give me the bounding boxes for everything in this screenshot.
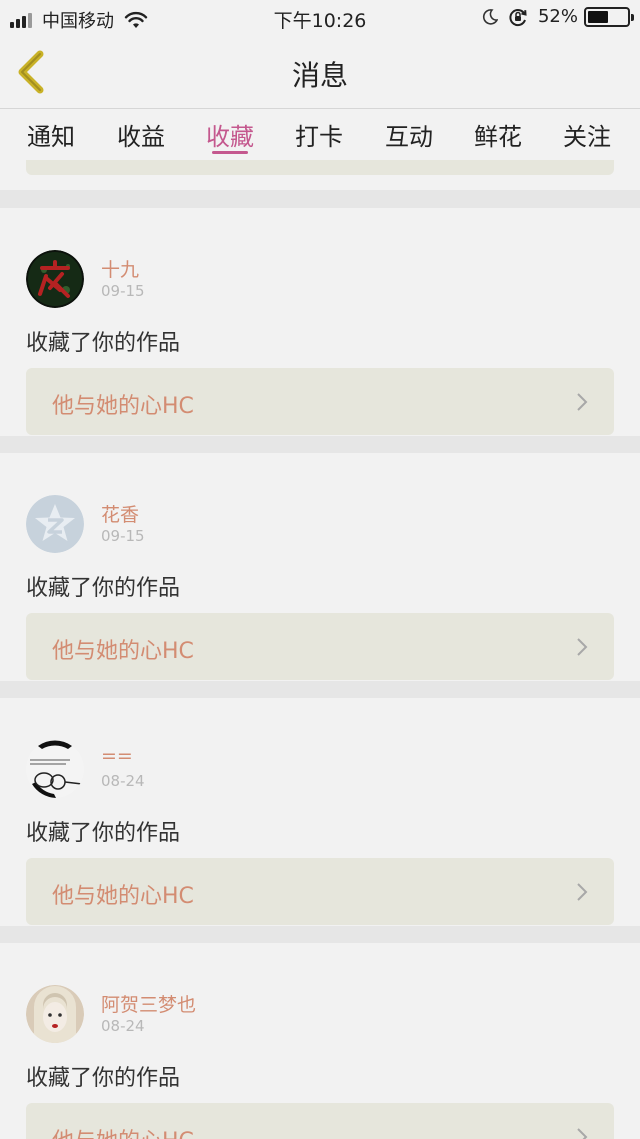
message-card: == 08-24 收藏了你的作品 他与她的心HC (0, 698, 640, 926)
chevron-right-icon (577, 393, 588, 411)
avatar-sketch-icon (26, 740, 84, 798)
avatar[interactable] (26, 250, 84, 308)
tab-following[interactable]: 关注 (552, 117, 622, 152)
previous-work-box (26, 160, 614, 175)
avatar-portrait-icon (26, 985, 84, 1043)
chevron-right-icon (577, 638, 588, 656)
tab-earnings[interactable]: 收益 (106, 117, 176, 152)
tab-favorites[interactable]: 收藏 (195, 117, 265, 152)
message-feed[interactable]: 十九 09-15 收藏了你的作品 他与她的心HC 花香 09-15 收藏了你的作… (0, 160, 640, 1139)
work-link[interactable]: 他与她的心HC (26, 1103, 614, 1139)
rotation-lock-icon (509, 8, 527, 26)
work-link[interactable]: 他与她的心HC (26, 613, 614, 680)
work-title: 他与她的心HC (52, 394, 194, 419)
tab-notifications[interactable]: 通知 (16, 117, 86, 152)
category-tabs: 通知 收益 收藏 打卡 互动 鲜花 关注 (0, 108, 640, 160)
action-text: 收藏了你的作品 (26, 331, 181, 356)
tab-checkin[interactable]: 打卡 (284, 117, 354, 152)
avatar[interactable] (26, 740, 84, 798)
message-date: 08-24 (101, 772, 145, 790)
battery-fill (588, 10, 608, 23)
avatar-default-star-icon (26, 495, 84, 553)
username[interactable]: 十九 (101, 255, 139, 282)
nav-bar: 消息 (0, 36, 640, 108)
message-date: 09-15 (101, 282, 145, 300)
moon-icon (482, 8, 498, 25)
battery-icon (584, 6, 634, 27)
battery-percent: 52% (537, 6, 578, 27)
status-right: 52% (482, 6, 634, 27)
chevron-right-icon (577, 1128, 588, 1139)
username[interactable]: 花香 (101, 500, 139, 527)
chevron-right-icon (577, 883, 588, 901)
work-title: 他与她的心HC (52, 884, 194, 909)
tab-interactions[interactable]: 互动 (374, 117, 444, 152)
work-title: 他与她的心HC (52, 1123, 194, 1139)
page-title: 消息 (291, 59, 348, 92)
tab-flowers[interactable]: 鲜花 (463, 117, 533, 152)
message-card: 花香 09-15 收藏了你的作品 他与她的心HC (0, 453, 640, 681)
avatar[interactable] (26, 985, 84, 1043)
work-title: 他与她的心HC (52, 639, 194, 664)
message-date: 09-15 (101, 527, 145, 545)
active-tab-indicator (212, 151, 248, 154)
work-link[interactable]: 他与她的心HC (26, 368, 614, 435)
action-text: 收藏了你的作品 (26, 821, 181, 846)
username[interactable]: == (101, 745, 133, 767)
previous-card-stub (0, 160, 640, 190)
username[interactable]: 阿贺三梦也 (101, 990, 196, 1017)
status-bar: 中国移动 下午10:26 52% (0, 0, 640, 36)
work-link[interactable]: 他与她的心HC (26, 858, 614, 925)
action-text: 收藏了你的作品 (26, 576, 181, 601)
avatar[interactable] (26, 495, 84, 553)
avatar-night-icon (26, 250, 84, 308)
message-card: 十九 09-15 收藏了你的作品 他与她的心HC (0, 208, 640, 436)
action-text: 收藏了你的作品 (26, 1066, 181, 1091)
message-date: 08-24 (101, 1017, 145, 1035)
message-card: 阿贺三梦也 08-24 收藏了你的作品 他与她的心HC (0, 943, 640, 1139)
